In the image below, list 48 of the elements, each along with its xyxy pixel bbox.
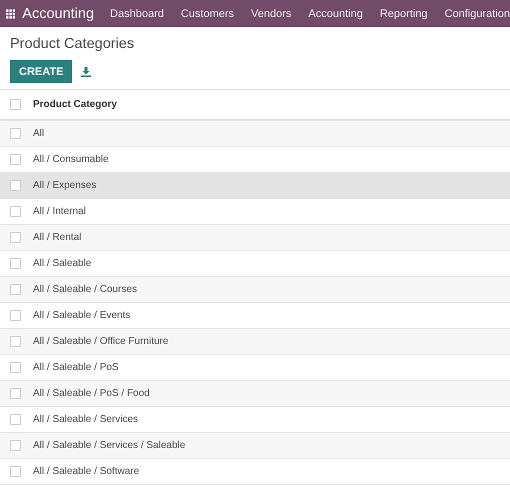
download-icon[interactable] (81, 66, 92, 76)
checkbox[interactable] (10, 310, 21, 321)
checkbox[interactable] (10, 414, 21, 425)
checkbox[interactable] (10, 180, 21, 191)
checkbox[interactable] (10, 99, 21, 110)
menu-item[interactable]: Accounting (291, 8, 363, 20)
category-name: All / Saleable / PoS / Food (33, 388, 150, 399)
checkbox[interactable] (10, 128, 21, 139)
category-name: All / Expenses (33, 180, 96, 191)
category-name: All / Rental (33, 232, 82, 243)
checkbox[interactable] (10, 362, 21, 373)
menu-item[interactable]: Customers (164, 8, 234, 20)
menu-item[interactable]: Dashboard (104, 8, 164, 20)
table-row[interactable]: All / Saleable / Services / Saleable (0, 433, 510, 459)
checkbox[interactable] (10, 284, 21, 295)
menu-item[interactable]: Configuration (428, 8, 510, 20)
category-name: All / Saleable / Services / Saleable (33, 440, 186, 451)
checkbox[interactable] (10, 154, 21, 165)
category-name: All / Saleable / PoS (33, 362, 119, 373)
table-row[interactable]: All / Saleable / Office Furniture (0, 329, 510, 355)
table-row[interactable]: All / Saleable / PoS / Food (0, 381, 510, 407)
checkbox[interactable] (10, 232, 21, 243)
table-row[interactable]: All (0, 121, 510, 147)
create-button[interactable]: CREATE (10, 60, 72, 83)
menu-item[interactable]: Vendors (234, 8, 292, 20)
table-row[interactable]: All / Rental (0, 225, 510, 251)
menu-item[interactable]: Reporting (362, 8, 428, 20)
category-name: All / Internal (33, 206, 86, 217)
column-header[interactable]: Product Category (33, 99, 117, 110)
checkbox[interactable] (10, 258, 21, 269)
checkbox[interactable] (10, 206, 21, 217)
app-grid-icon[interactable] (6, 8, 16, 20)
category-name: All / Saleable / Services (33, 414, 138, 425)
checkbox[interactable] (10, 336, 21, 347)
category-name: All / Saleable / Courses (33, 284, 137, 295)
category-name: All / Saleable / Events (33, 310, 130, 321)
checkbox[interactable] (10, 466, 21, 477)
app-name: Accounting (22, 6, 94, 22)
table-row[interactable]: All / Expenses (0, 173, 510, 199)
category-name: All (33, 128, 44, 139)
page-title: Product Categories (10, 36, 136, 52)
table-row[interactable]: All / Saleable / Courses (0, 277, 510, 303)
category-name: All / Saleable / Office Furniture (33, 336, 168, 347)
checkbox[interactable] (10, 440, 21, 451)
category-name: All / Saleable / Software (33, 466, 140, 477)
category-name: All / Saleable (33, 258, 92, 269)
checkbox[interactable] (10, 388, 21, 399)
category-name: All / Consumable (33, 154, 109, 165)
